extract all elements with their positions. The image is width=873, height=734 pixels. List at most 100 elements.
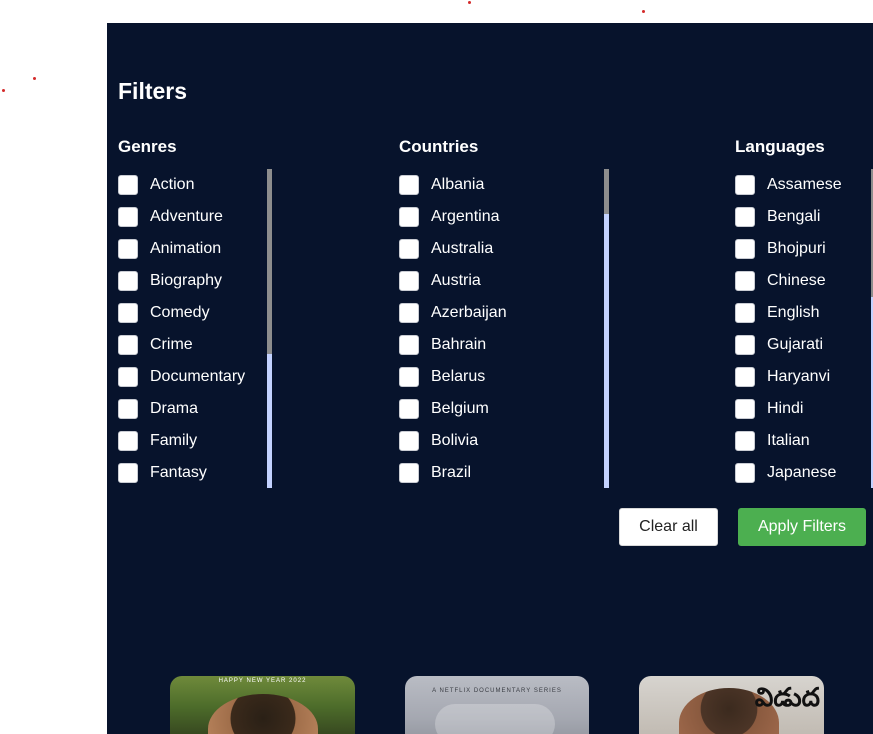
checkbox[interactable] bbox=[735, 239, 755, 259]
checkbox[interactable] bbox=[399, 335, 419, 355]
option-label: English bbox=[767, 304, 820, 321]
filter-option[interactable]: Brazil bbox=[399, 457, 507, 489]
checkbox[interactable] bbox=[399, 303, 419, 323]
option-label: Comedy bbox=[150, 304, 210, 321]
filter-option[interactable]: Albania bbox=[399, 169, 507, 201]
option-label: Hindi bbox=[767, 400, 804, 417]
checkbox[interactable] bbox=[399, 463, 419, 483]
genres-group-title: Genres bbox=[118, 137, 177, 156]
checkbox[interactable] bbox=[735, 431, 755, 451]
checkbox[interactable] bbox=[118, 463, 138, 483]
option-label: Argentina bbox=[431, 208, 500, 225]
filter-option[interactable]: Bengali bbox=[735, 201, 842, 233]
filter-option[interactable]: Belarus bbox=[399, 361, 507, 393]
filter-option[interactable]: Action bbox=[118, 169, 245, 201]
genres-scrollbar[interactable] bbox=[267, 169, 272, 488]
movie-poster-card[interactable]: HAPPY NEW YEAR 2022 bbox=[170, 676, 355, 734]
filter-option[interactable]: Comedy bbox=[118, 297, 245, 329]
red-dot-marker bbox=[642, 10, 645, 13]
option-label: Action bbox=[150, 176, 195, 193]
filter-option[interactable]: Fantasy bbox=[118, 457, 245, 489]
option-label: Family bbox=[150, 432, 198, 449]
checkbox[interactable] bbox=[735, 303, 755, 323]
poster-caption: HAPPY NEW YEAR 2022 bbox=[218, 678, 307, 684]
red-dot-marker bbox=[2, 89, 5, 92]
checkbox[interactable] bbox=[399, 271, 419, 291]
checkbox[interactable] bbox=[735, 207, 755, 227]
option-label: Haryanvi bbox=[767, 368, 831, 385]
poster-artwork bbox=[208, 694, 318, 734]
filter-option[interactable]: Chinese bbox=[735, 265, 842, 297]
option-label: Australia bbox=[431, 240, 494, 257]
checkbox[interactable] bbox=[118, 367, 138, 387]
checkbox[interactable] bbox=[399, 175, 419, 195]
red-dot-marker bbox=[468, 1, 471, 4]
filter-option[interactable]: Bahrain bbox=[399, 329, 507, 361]
checkbox[interactable] bbox=[118, 335, 138, 355]
filter-option[interactable]: Argentina bbox=[399, 201, 507, 233]
languages-option-list[interactable]: Assamese Bengali Bhojpuri Chinese English Guj… bbox=[735, 169, 842, 489]
filter-option[interactable]: Austria bbox=[399, 265, 507, 297]
option-label: Bhojpuri bbox=[767, 240, 826, 257]
option-label: Biography bbox=[150, 272, 223, 289]
checkbox[interactable] bbox=[118, 431, 138, 451]
option-label: Documentary bbox=[150, 368, 246, 385]
option-label: Bengali bbox=[767, 208, 821, 225]
filter-option[interactable]: English bbox=[735, 297, 842, 329]
checkbox[interactable] bbox=[399, 399, 419, 419]
checkbox[interactable] bbox=[735, 399, 755, 419]
movie-poster-card[interactable]: A NETFLIX DOCUMENTARY SERIES bbox=[405, 676, 589, 734]
filter-option[interactable]: Adventure bbox=[118, 201, 245, 233]
option-label: Bolivia bbox=[431, 432, 479, 449]
checkbox[interactable] bbox=[118, 271, 138, 291]
checkbox[interactable] bbox=[735, 175, 755, 195]
apply-filters-button[interactable]: Apply Filters bbox=[738, 508, 866, 546]
filter-option[interactable]: Documentary bbox=[118, 361, 245, 393]
checkbox[interactable] bbox=[399, 239, 419, 259]
filter-option[interactable]: Italian bbox=[735, 425, 842, 457]
checkbox[interactable] bbox=[118, 207, 138, 227]
option-label: Bahrain bbox=[431, 336, 487, 353]
filter-option[interactable]: Bolivia bbox=[399, 425, 507, 457]
checkbox[interactable] bbox=[118, 303, 138, 323]
filter-option[interactable]: Crime bbox=[118, 329, 245, 361]
checkbox[interactable] bbox=[735, 463, 755, 483]
checkbox[interactable] bbox=[399, 431, 419, 451]
filter-option[interactable]: Australia bbox=[399, 233, 507, 265]
movie-poster-card[interactable]: విడుద bbox=[639, 676, 824, 734]
checkbox[interactable] bbox=[118, 399, 138, 419]
filter-option[interactable]: Japanese bbox=[735, 457, 842, 489]
checkbox[interactable] bbox=[735, 367, 755, 387]
countries-scrollbar-thumb[interactable] bbox=[604, 169, 609, 214]
checkbox[interactable] bbox=[735, 271, 755, 291]
poster-caption: A NETFLIX DOCUMENTARY SERIES bbox=[432, 688, 562, 694]
filter-option[interactable]: Belgium bbox=[399, 393, 507, 425]
filters-title: Filters bbox=[118, 78, 188, 104]
genres-option-list[interactable]: Action Adventure Animation Biography Comedy C… bbox=[118, 169, 245, 489]
checkbox[interactable] bbox=[399, 207, 419, 227]
checkbox[interactable] bbox=[118, 239, 138, 259]
filter-option[interactable]: Haryanvi bbox=[735, 361, 842, 393]
clear-all-button[interactable]: Clear all bbox=[619, 508, 718, 546]
filter-option[interactable]: Azerbaijan bbox=[399, 297, 507, 329]
option-label: Belarus bbox=[431, 368, 486, 385]
filter-option[interactable]: Drama bbox=[118, 393, 245, 425]
filter-option[interactable]: Gujarati bbox=[735, 329, 842, 361]
filter-option[interactable]: Biography bbox=[118, 265, 245, 297]
checkbox[interactable] bbox=[399, 367, 419, 387]
option-label: Brazil bbox=[431, 464, 472, 481]
genres-scrollbar-thumb[interactable] bbox=[267, 169, 272, 354]
countries-option-list[interactable]: Albania Argentina Australia Austria Azerbaij… bbox=[399, 169, 507, 489]
checkbox[interactable] bbox=[735, 335, 755, 355]
poster-caption: విడుద bbox=[754, 682, 820, 712]
filter-option[interactable]: Bhojpuri bbox=[735, 233, 842, 265]
filter-option[interactable]: Animation bbox=[118, 233, 245, 265]
filter-option[interactable]: Assamese bbox=[735, 169, 842, 201]
countries-group-title: Countries bbox=[399, 137, 479, 156]
poster-artwork bbox=[435, 704, 555, 734]
countries-scrollbar[interactable] bbox=[604, 169, 609, 488]
option-label: Drama bbox=[150, 400, 199, 417]
filter-option[interactable]: Family bbox=[118, 425, 245, 457]
filter-option[interactable]: Hindi bbox=[735, 393, 842, 425]
checkbox[interactable] bbox=[118, 175, 138, 195]
